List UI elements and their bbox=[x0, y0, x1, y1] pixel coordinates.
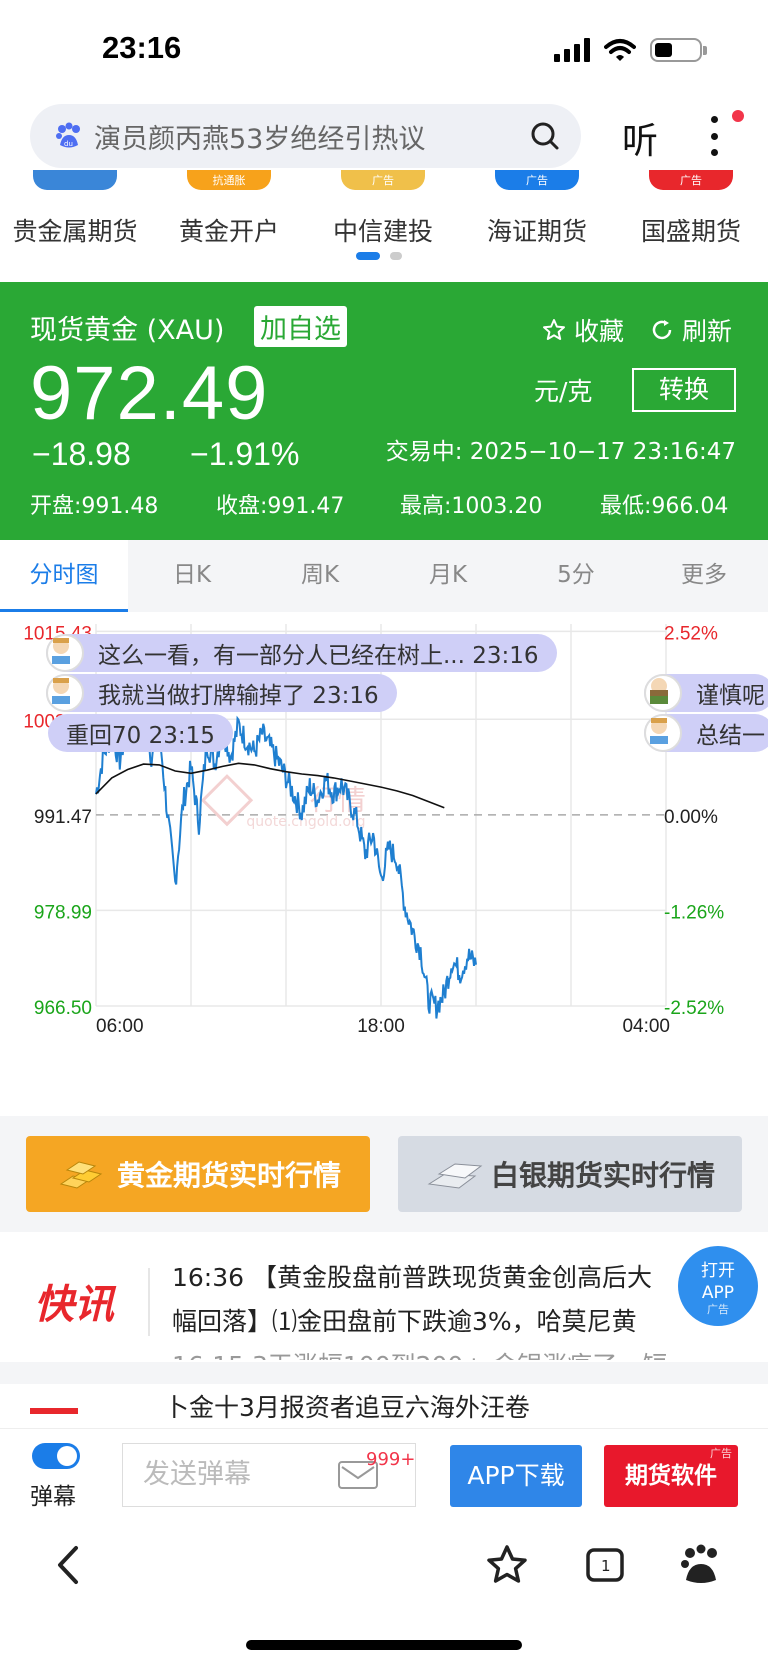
divider bbox=[148, 1268, 150, 1336]
more-menu-icon[interactable] bbox=[706, 116, 722, 156]
y-axis-label-right: -1.26% bbox=[664, 902, 724, 923]
y-axis-label-right: -2.52% bbox=[664, 998, 724, 1019]
user-avatar bbox=[644, 674, 682, 712]
quick-icon: 广告 bbox=[341, 170, 425, 190]
quick-icon: 抗通胀 bbox=[187, 170, 271, 190]
current-price: 972.49 bbox=[30, 351, 269, 436]
x-axis-label: 04:00 bbox=[622, 1016, 670, 1037]
open-app-button[interactable]: 打开 APP 广告 bbox=[678, 1246, 758, 1326]
quick-icon bbox=[33, 170, 117, 190]
intraday-chart[interactable]: 行情quote.cngold.org1015.431003.95991.4797… bbox=[0, 612, 768, 1116]
tab-daily-k[interactable]: 日K bbox=[128, 540, 256, 612]
quick-links: 贵金属期货 抗通胀 黄金开户 广告 中信建投 广告 海证期货 广告 国盛期货 bbox=[0, 170, 768, 280]
favorite-button[interactable]: 收藏 bbox=[542, 312, 624, 348]
barrage-toggle[interactable] bbox=[32, 1443, 80, 1469]
search-icon bbox=[531, 122, 559, 150]
gold-bars-icon bbox=[59, 1161, 103, 1189]
news-flash[interactable]: 快讯 16:36 【黄金股盘前普跌现货黄金创高后大 幅回落】⑴金田盘前下跌逾3%… bbox=[0, 1232, 768, 1360]
quick-item-haizheng[interactable]: 广告 海证期货 bbox=[462, 170, 612, 248]
notification-dot bbox=[732, 110, 744, 122]
section-gap bbox=[0, 1362, 768, 1384]
refresh-icon bbox=[652, 320, 672, 340]
search-query[interactable]: 演员颜丙燕53岁绝经引热议 bbox=[94, 117, 515, 156]
instrument-name: 现货黄金 (XAU) bbox=[30, 315, 225, 346]
watermark-url: quote.cngold.org bbox=[246, 814, 365, 830]
signal-icon bbox=[554, 38, 590, 62]
price-change-percent: −1.91% bbox=[190, 436, 300, 472]
search-button[interactable] bbox=[515, 106, 575, 166]
listen-button[interactable]: 听 bbox=[622, 112, 658, 164]
price-unit: 元/克 bbox=[534, 377, 593, 406]
gold-futures-banner[interactable]: 黄金期货实时行情 bbox=[26, 1136, 370, 1212]
news-tag-mark bbox=[30, 1408, 78, 1414]
x-axis-label: 18:00 bbox=[357, 1016, 405, 1037]
futures-software-button[interactable]: 广告 期货软件 bbox=[604, 1445, 738, 1507]
baidu-paw-icon: du bbox=[56, 122, 80, 148]
add-watchlist-button[interactable]: 加自选 bbox=[254, 306, 347, 347]
barrage-action-bar: 弹幕 发送弹幕 999+ APP下载 广告 期货软件 bbox=[0, 1428, 768, 1518]
wifi-icon bbox=[604, 39, 636, 61]
home-indicator bbox=[246, 1640, 522, 1650]
news-flash-tag: 快讯 bbox=[34, 1282, 114, 1328]
barrage-message: 这么一看，有一部分人已经在树上... 23:16 bbox=[46, 634, 557, 672]
stat-high: 最高:1003.20 bbox=[400, 494, 543, 519]
quote-panel: 现货黄金 (XAU) 加自选 972.49 −18.98 −1.91% 收藏 刷… bbox=[0, 282, 768, 540]
trading-status: 交易中: 2025−10−17 23:16:47 bbox=[385, 439, 736, 465]
barrage-message: 总结一 bbox=[644, 714, 768, 752]
y-axis-label-left: 991.47 bbox=[34, 807, 92, 828]
user-avatar bbox=[46, 674, 84, 712]
y-axis-label-right: 0.00% bbox=[664, 807, 718, 828]
quick-item-gold-account[interactable]: 抗通胀 黄金开户 bbox=[154, 170, 304, 248]
average-price-line bbox=[95, 762, 445, 809]
page-indicator bbox=[356, 252, 402, 260]
tab-more[interactable]: 更多 bbox=[640, 540, 768, 612]
quick-item-precious-metals[interactable]: 贵金属期货 bbox=[0, 170, 150, 248]
quick-item-citic[interactable]: 广告 中信建投 bbox=[308, 170, 458, 248]
barrage-message: 谨慎呢 bbox=[644, 674, 768, 712]
convert-button[interactable]: 转换 bbox=[632, 368, 736, 412]
baidu-paw-icon[interactable] bbox=[676, 1540, 726, 1590]
quick-item-guosheng[interactable]: 广告 国盛期货 bbox=[616, 170, 766, 248]
status-icons bbox=[554, 38, 707, 62]
chart-tabs: 分时图 日K 周K 月K 5分 更多 bbox=[0, 540, 768, 612]
svg-text:du: du bbox=[64, 140, 73, 148]
search-bar[interactable]: du 演员颜丙燕53岁绝经引热议 bbox=[30, 104, 581, 168]
news-item[interactable]: 卜金十3月报资者追豆六海外汪卷 bbox=[0, 1384, 768, 1428]
price-change: −18.98 bbox=[32, 436, 131, 472]
y-axis-label-right: 2.52% bbox=[664, 623, 718, 644]
tab-5min[interactable]: 5分 bbox=[512, 540, 640, 612]
back-arrow-icon[interactable] bbox=[44, 1540, 94, 1590]
app-download-button[interactable]: APP下载 bbox=[450, 1445, 582, 1507]
tab-monthly-k[interactable]: 月K bbox=[384, 540, 512, 612]
y-axis-label-left: 978.99 bbox=[34, 902, 92, 923]
barrage-message: 重回70 23:15 bbox=[48, 714, 233, 752]
tab-weekly-k[interactable]: 周K bbox=[256, 540, 384, 612]
banner-row: 黄金期货实时行情 白银期货实时行情 bbox=[0, 1116, 768, 1232]
message-badge: 999+ bbox=[366, 1449, 416, 1470]
stat-low: 最低:966.04 bbox=[600, 494, 729, 519]
barrage-label: 弹幕 bbox=[30, 1484, 76, 1510]
status-time: 23:16 bbox=[102, 30, 182, 65]
silver-bars-icon bbox=[427, 1163, 483, 1189]
refresh-button[interactable]: 刷新 bbox=[650, 312, 732, 348]
svg-text:1: 1 bbox=[601, 1557, 611, 1575]
star-icon bbox=[543, 319, 565, 340]
stat-prev-close: 收盘:991.47 bbox=[216, 494, 345, 519]
status-bar: 23:16 bbox=[0, 0, 768, 100]
barrage-message: 我就当做打牌输掉了 23:16 bbox=[46, 674, 397, 712]
watermark-logo bbox=[200, 774, 254, 827]
silver-futures-banner[interactable]: 白银期货实时行情 bbox=[398, 1136, 742, 1212]
bookmark-star-icon[interactable] bbox=[482, 1540, 532, 1590]
quick-icon: 广告 bbox=[495, 170, 579, 190]
user-avatar bbox=[46, 634, 84, 672]
battery-icon bbox=[650, 38, 707, 62]
y-axis-label-left: 966.50 bbox=[34, 998, 92, 1019]
quick-icon: 广告 bbox=[649, 170, 733, 190]
x-axis-label: 06:00 bbox=[96, 1016, 144, 1037]
tab-intraday[interactable]: 分时图 bbox=[0, 540, 128, 612]
user-avatar bbox=[644, 714, 682, 752]
tabs-counter-icon[interactable]: 1 bbox=[580, 1540, 630, 1590]
stat-open: 开盘:991.48 bbox=[30, 494, 159, 519]
news-text: 16:36 【黄金股盘前普跌现货黄金创高后大 幅回落】⑴金田盘前下跌逾3%，哈莫… bbox=[172, 1263, 667, 1360]
